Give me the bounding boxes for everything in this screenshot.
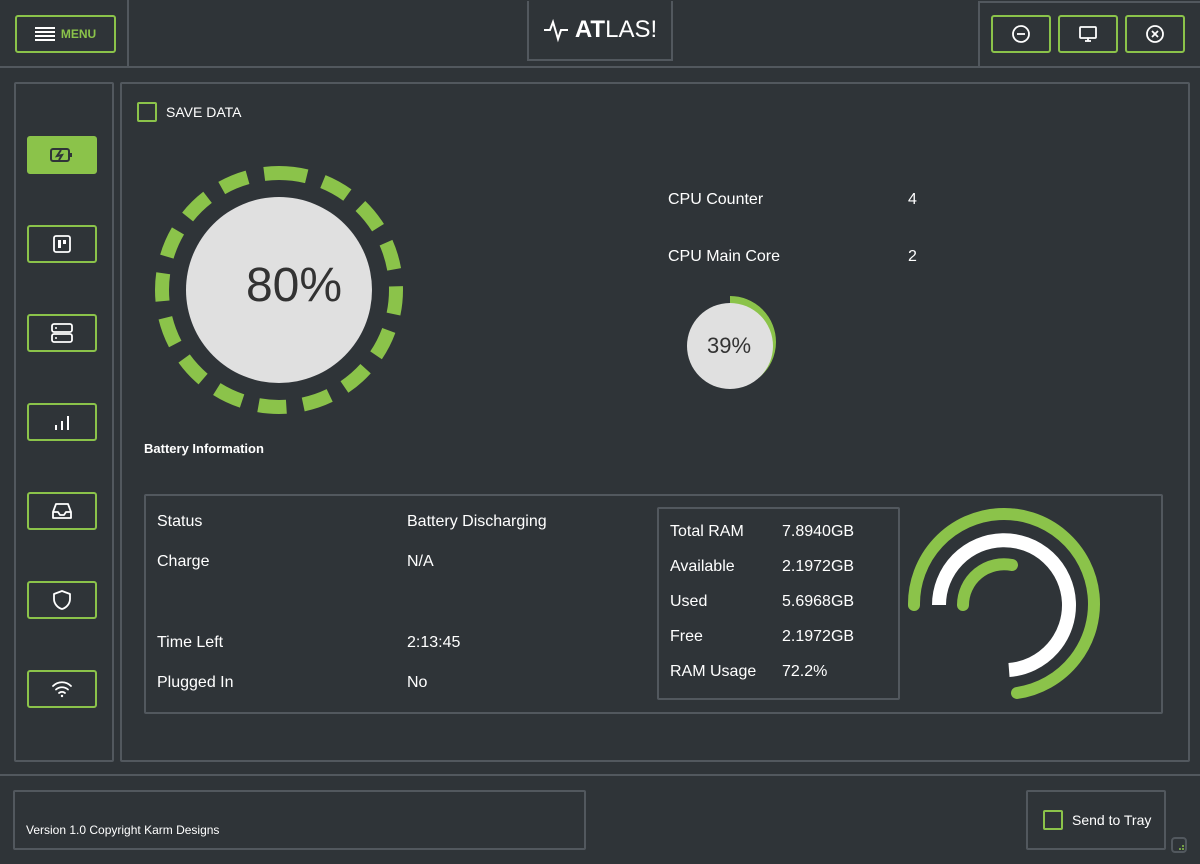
menu-label: MENU bbox=[60, 27, 97, 41]
battery-info-value-status: Battery Discharging bbox=[407, 513, 547, 530]
close-icon bbox=[1146, 25, 1164, 43]
battery-info-value-plugged-in: No bbox=[407, 674, 428, 691]
ram-gauge-inner-arc bbox=[957, 558, 1018, 611]
inbox-icon bbox=[52, 503, 72, 519]
battery-info-label-plugged-in: Plugged In bbox=[157, 674, 234, 691]
ram-label-available: Available bbox=[670, 558, 735, 575]
ram-label-free: Free bbox=[670, 628, 703, 645]
header-bar: MENU ATLAS! bbox=[0, 0, 1200, 68]
app-title: ATLAS! bbox=[575, 16, 657, 44]
ram-value-available: 2.1972GB bbox=[782, 558, 855, 575]
save-data-label: SAVE DATA bbox=[166, 104, 242, 120]
ram-label-total: Total RAM bbox=[670, 523, 744, 540]
resize-grip-icon[interactable] bbox=[1171, 837, 1189, 855]
cpu-counter-value: 4 bbox=[908, 191, 917, 208]
menu-button[interactable]: MENU bbox=[15, 15, 116, 53]
cpu-main-core-value: 2 bbox=[908, 248, 917, 265]
battery-info-value-charge: N/A bbox=[407, 553, 434, 570]
nav-battery[interactable] bbox=[27, 136, 97, 174]
battery-section-title: Battery Information bbox=[144, 441, 264, 456]
shield-icon bbox=[53, 590, 71, 610]
nav-server[interactable] bbox=[27, 314, 97, 352]
maximize-button[interactable] bbox=[1058, 15, 1118, 53]
nav-dashboard[interactable] bbox=[27, 225, 97, 263]
server-icon bbox=[51, 323, 73, 343]
version-box bbox=[13, 790, 586, 850]
close-button[interactable] bbox=[1125, 15, 1185, 53]
ram-usage-gauge bbox=[907, 507, 1100, 699]
bar-chart-icon bbox=[55, 416, 69, 430]
monitor-icon bbox=[1079, 26, 1097, 42]
minimize-button[interactable] bbox=[991, 15, 1051, 53]
ram-value-free: 2.1972GB bbox=[782, 628, 855, 645]
ram-value-used: 5.6968GB bbox=[782, 593, 855, 610]
minimize-icon bbox=[1012, 25, 1030, 43]
nav-stats[interactable] bbox=[27, 403, 97, 441]
nav-network[interactable] bbox=[27, 670, 97, 708]
battery-percent: 80% bbox=[245, 259, 343, 312]
battery-info-label-time-left: Time Left bbox=[157, 634, 224, 651]
battery-charging-icon bbox=[50, 148, 72, 162]
hamburger-icon bbox=[34, 27, 55, 41]
send-to-tray-label: Send to Tray bbox=[1072, 812, 1152, 828]
battery-info-label-status: Status bbox=[157, 513, 203, 530]
battery-info-label-charge: Charge bbox=[157, 553, 210, 570]
app-title-bold: AT bbox=[574, 16, 606, 43]
save-data-checkbox[interactable] bbox=[137, 102, 157, 122]
pulse-icon bbox=[543, 18, 568, 43]
battery-info-value-time-left: 2:13:45 bbox=[407, 634, 461, 651]
cpu-counter-label: CPU Counter bbox=[668, 191, 764, 208]
dashboard-icon bbox=[53, 235, 71, 253]
nav-security[interactable] bbox=[27, 581, 97, 619]
wifi-icon bbox=[52, 681, 72, 698]
send-to-tray-checkbox[interactable] bbox=[1043, 810, 1063, 830]
app-logo: ATLAS! bbox=[527, 1, 673, 61]
ram-label-usage: RAM Usage bbox=[670, 663, 757, 680]
cpu-main-core-label: CPU Main Core bbox=[668, 248, 781, 265]
app-title-light: LAS! bbox=[605, 16, 658, 43]
cpu-usage-percent: 39% bbox=[706, 333, 752, 358]
ram-value-usage: 72.2% bbox=[782, 663, 828, 680]
ram-value-total: 7.8940GB bbox=[782, 523, 855, 540]
nav-inbox[interactable] bbox=[27, 492, 97, 530]
ram-label-used: Used bbox=[670, 593, 708, 610]
version-text: Version 1.0 Copyright Karm Designs bbox=[26, 823, 220, 837]
